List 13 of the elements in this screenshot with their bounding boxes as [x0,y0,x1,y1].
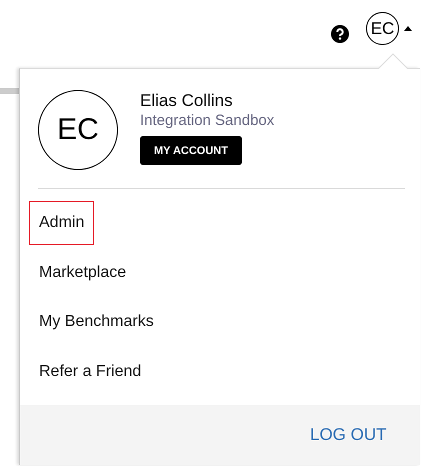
log-out-button[interactable]: LOG OUT [300,421,397,449]
caret-icon[interactable] [404,26,412,31]
menu-item[interactable]: Marketplace [29,250,136,294]
organization-name: Integration Sandbox [140,111,274,131]
avatar-button[interactable]: EC [366,12,399,45]
background-bar [0,88,20,94]
user-avatar: EC [38,90,118,170]
user-name: Elias Collins [140,91,233,111]
menu-item[interactable]: Admin [29,201,94,245]
help-icon[interactable] [331,25,349,43]
menu-item[interactable]: Refer a Friend [29,350,152,394]
menu-item[interactable]: My Benchmarks [29,300,164,344]
my-account-button[interactable]: MY ACCOUNT [140,136,242,165]
